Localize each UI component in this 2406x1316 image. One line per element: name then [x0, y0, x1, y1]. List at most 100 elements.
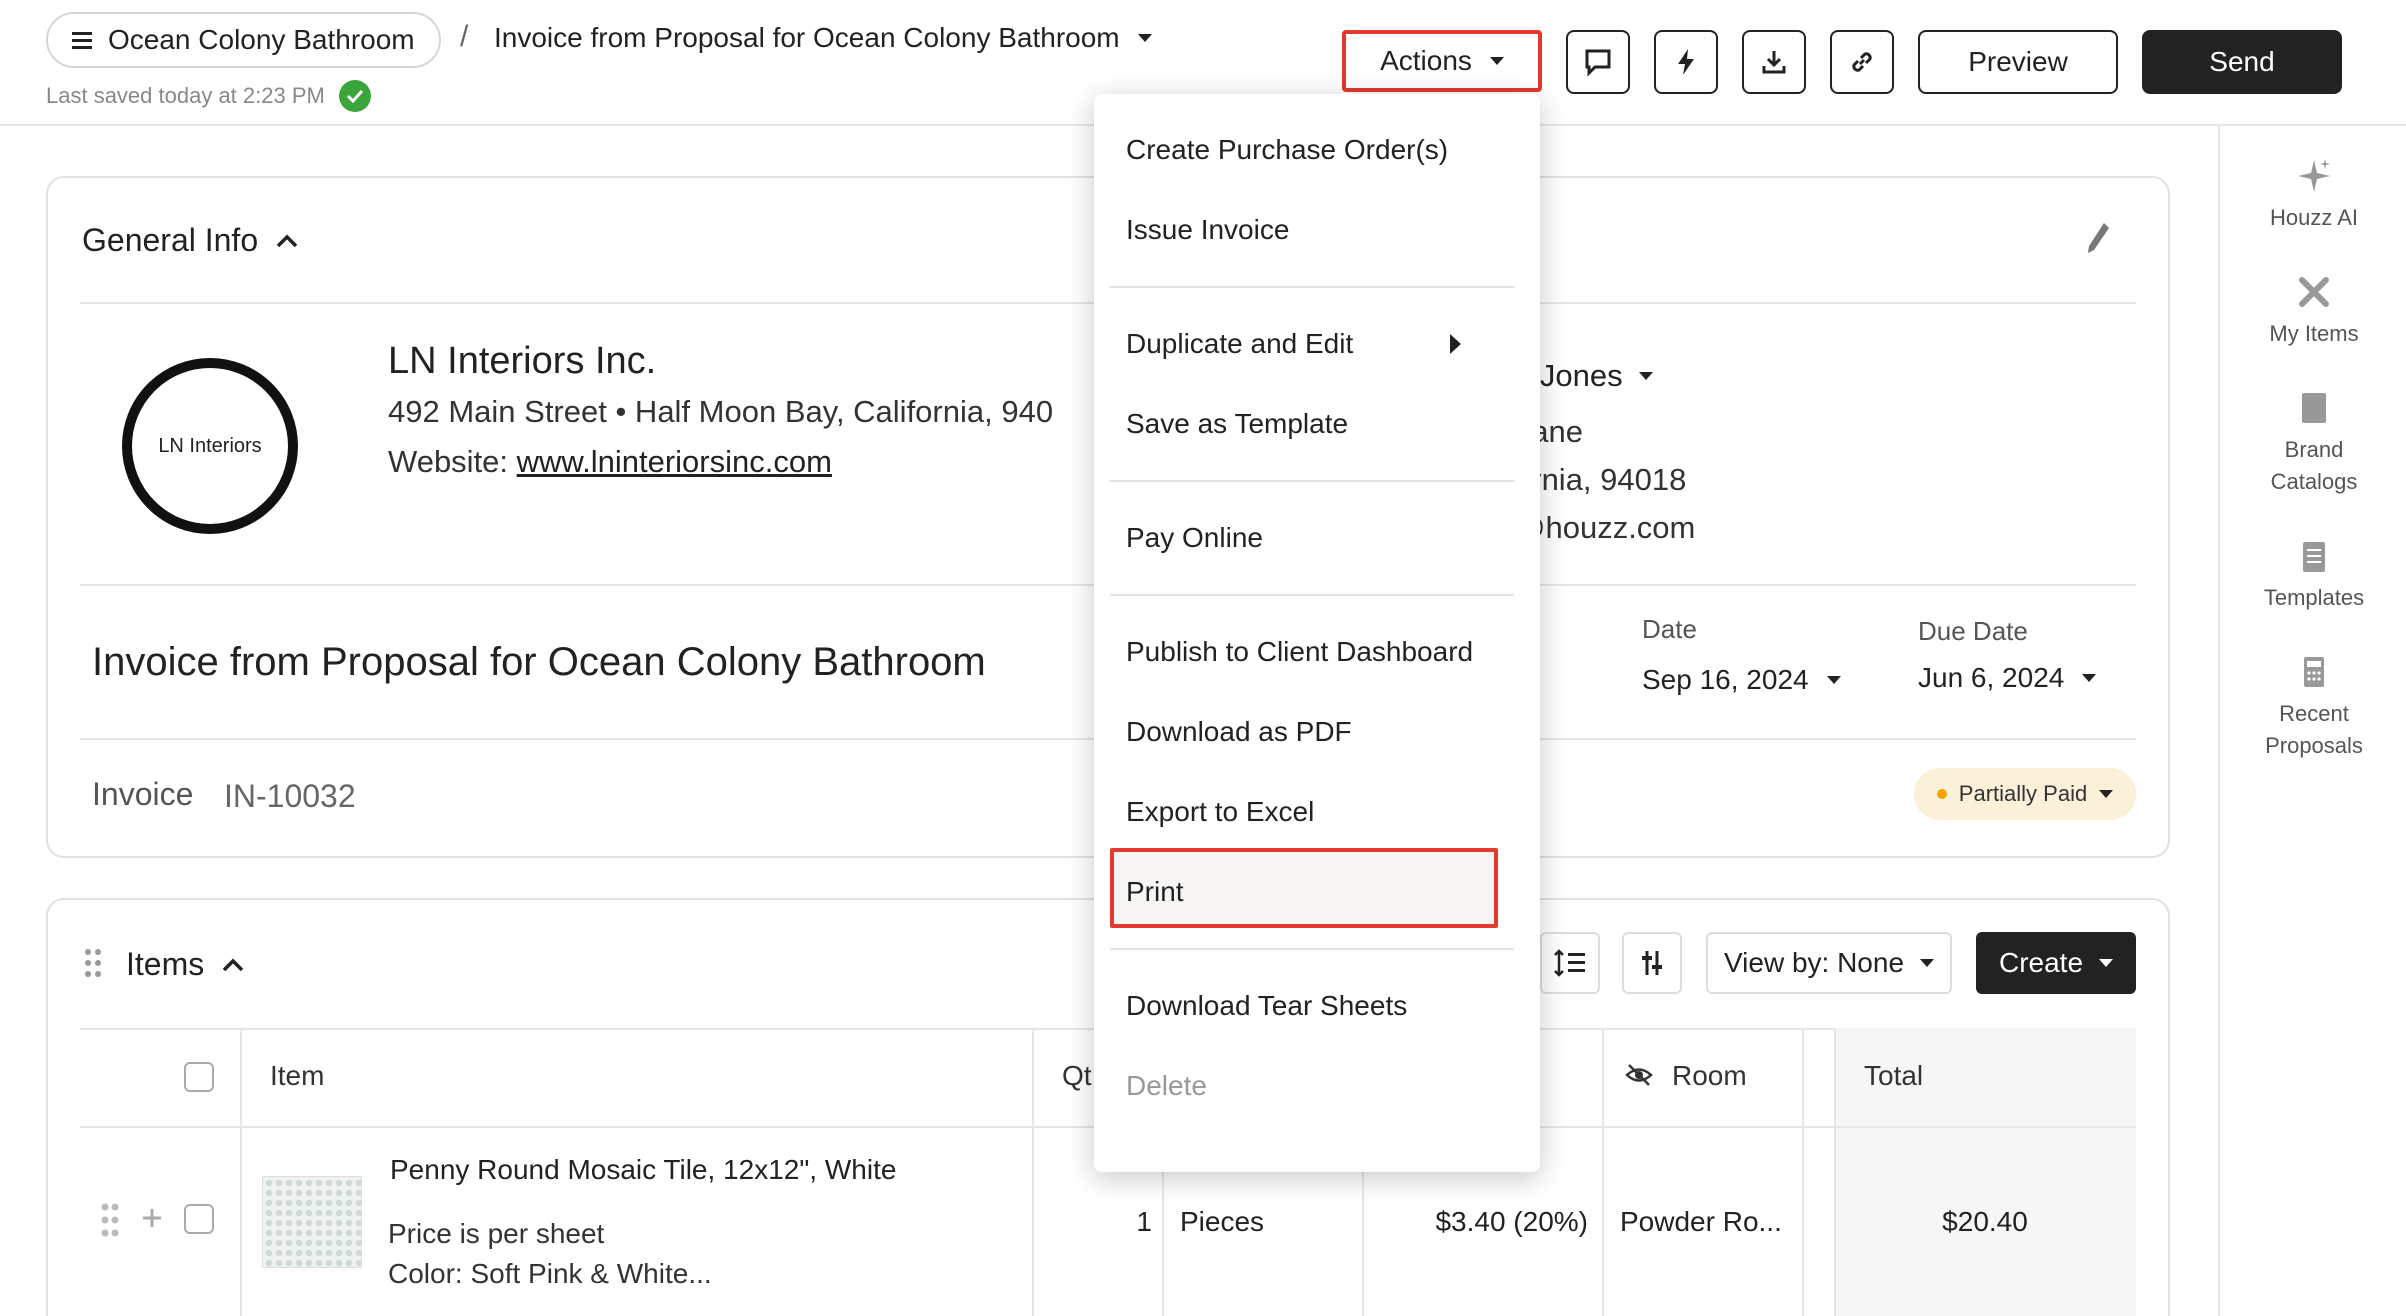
comment-icon [1585, 49, 1611, 77]
lightning-icon [1678, 49, 1694, 75]
due-date-label: Due Date [1918, 616, 2028, 646]
project-breadcrumb-button[interactable]: Ocean Colony Bathroom [46, 12, 441, 68]
row-checkbox[interactable] [184, 1204, 214, 1234]
document-title-dropdown[interactable]: Invoice from Proposal for Ocean Colony B… [494, 22, 1152, 54]
menu-divider [1110, 594, 1514, 596]
logo-text: LN Interiors [158, 434, 262, 457]
comment-button[interactable] [1566, 30, 1630, 94]
client-email: @houzz.com [1514, 510, 1696, 545]
item-description: Price is per sheet [388, 1218, 605, 1249]
item-name[interactable]: Penny Round Mosaic Tile, 12x12", White [390, 1154, 896, 1186]
item-room[interactable]: Powder Ro... [1620, 1206, 1782, 1238]
download-button[interactable] [1742, 30, 1806, 94]
menu-item-create-purchase-orders[interactable]: Create Purchase Order(s) [1126, 134, 1448, 166]
menu-item-issue-invoice[interactable]: Issue Invoice [1126, 214, 1289, 246]
menu-item-download-tear-sheets[interactable]: Download Tear Sheets [1126, 990, 1407, 1022]
rail-item-brand-catalogs[interactable]: Brand Catalogs [2220, 388, 2406, 498]
product-thumbnail[interactable] [262, 1176, 362, 1268]
rail-item-my-items[interactable]: My Items [2220, 272, 2406, 350]
menu-item-download-as-pdf[interactable]: Download as PDF [1126, 716, 1352, 748]
item-price[interactable]: $3.40 (20%) [1372, 1206, 1588, 1238]
menu-item-publish-to-client-dashboard[interactable]: Publish to Client Dashboard [1126, 636, 1473, 668]
rail-item-templates[interactable]: Templates [2220, 536, 2406, 614]
general-info-header[interactable]: General Info [82, 222, 298, 259]
rail-label: Houzz AI [2269, 205, 2359, 230]
item-unit[interactable]: Pieces [1180, 1206, 1264, 1238]
chevron-down-icon [2099, 790, 2114, 798]
column-header-qty[interactable]: Qt [1062, 1060, 1092, 1092]
website-label: Website: [388, 444, 517, 479]
menu-item-save-as-template[interactable]: Save as Template [1126, 408, 1348, 440]
menu-item-print[interactable]: Print [1126, 876, 1184, 908]
rail-item-houzz-ai[interactable]: Houzz AI [2220, 156, 2406, 234]
rail-label: Templates [2263, 585, 2365, 610]
status-text: Partially Paid [1958, 781, 2088, 806]
copy-link-button[interactable] [1830, 30, 1894, 94]
invoice-title[interactable]: Invoice from Proposal for Ocean Colony B… [92, 640, 986, 685]
automation-button[interactable] [1654, 30, 1718, 94]
column-divider [1802, 1028, 1804, 1316]
preview-button[interactable]: Preview [1918, 30, 2118, 94]
website-link[interactable]: www.lninteriorsinc.com [517, 444, 832, 479]
actions-button[interactable]: Actions [1342, 30, 1542, 92]
due-date-value: Jun 6, 2024 [1918, 662, 2065, 693]
send-button[interactable]: Send [2142, 30, 2342, 94]
menu-item-duplicate-and-edit[interactable]: Duplicate and Edit [1126, 328, 1353, 360]
rail-label: Recent Proposals [2265, 701, 2363, 758]
drag-handle-icon[interactable] [84, 948, 102, 983]
company-name: LN Interiors Inc. [388, 340, 657, 382]
filter-button[interactable] [1622, 932, 1682, 994]
column-header-item[interactable]: Item [270, 1060, 324, 1092]
rail-label: My Items [2269, 321, 2359, 346]
status-badge[interactable]: Partially Paid [1914, 768, 2136, 820]
select-all-checkbox[interactable] [184, 1062, 214, 1092]
status-dot-icon [1936, 789, 1947, 799]
company-logo: LN Interiors [122, 358, 298, 534]
menu-divider [1110, 480, 1514, 482]
chevron-right-icon [1450, 334, 1461, 354]
chevron-up-icon [222, 958, 244, 971]
date-picker[interactable]: Sep 16, 2024 [1642, 664, 1841, 696]
chevron-down-icon [1826, 676, 1841, 684]
book-icon [2302, 393, 2326, 423]
rail-item-recent-proposals[interactable]: Recent Proposals [2220, 652, 2406, 762]
item-qty[interactable]: 1 [1132, 1206, 1152, 1238]
invoice-number[interactable]: IN-10032 [224, 778, 356, 815]
rail-label: Brand Catalogs [2270, 437, 2358, 494]
column-header-room[interactable]: Room [1672, 1060, 1747, 1092]
due-date-picker[interactable]: Jun 6, 2024 [1918, 662, 2097, 694]
right-rail: Houzz AI My Items Brand Catalogs Templat… [2218, 126, 2406, 1316]
invoice-label: Invoice [92, 776, 194, 812]
column-header-total[interactable]: Total [1864, 1060, 1923, 1092]
actions-menu: Create Purchase Order(s) Issue Invoice D… [1094, 94, 1540, 1172]
project-name: Ocean Colony Bathroom [108, 24, 415, 55]
chevron-down-icon [1137, 34, 1152, 42]
section-title: Items [126, 946, 205, 982]
edit-button[interactable] [2084, 220, 2112, 261]
sparkle-icon [2298, 159, 2330, 192]
eye-off-icon[interactable] [1624, 1062, 1654, 1093]
download-icon [1762, 51, 1786, 74]
add-row-icon[interactable] [140, 1206, 164, 1235]
sliders-icon [1642, 951, 1662, 975]
menu-item-export-to-excel[interactable]: Export to Excel [1126, 796, 1314, 828]
view-by-label: View by: None [1723, 947, 1905, 978]
menu-divider [1110, 948, 1514, 950]
view-by-dropdown[interactable]: View by: None [1706, 932, 1952, 994]
clipboard-icon [2303, 542, 2325, 572]
chevron-down-icon [2082, 674, 2097, 682]
menu-icon [72, 24, 92, 56]
chevron-down-icon [1920, 959, 1935, 967]
menu-item-pay-online[interactable]: Pay Online [1126, 522, 1263, 554]
document-title: Invoice from Proposal for Ocean Colony B… [494, 22, 1120, 53]
breadcrumb-separator: / [460, 20, 469, 53]
menu-divider [1110, 286, 1514, 288]
line-spacing-button[interactable] [1540, 932, 1600, 994]
check-icon [338, 80, 371, 112]
items-header[interactable]: Items [126, 946, 244, 983]
company-address: 492 Main Street • Half Moon Bay, Califor… [388, 394, 1054, 429]
row-drag-handle-icon[interactable] [100, 1202, 120, 1243]
create-button[interactable]: Create [1976, 932, 2136, 994]
create-label: Create [1998, 947, 2084, 978]
company-website-line: Website: www.lninteriorsinc.com [388, 444, 832, 480]
